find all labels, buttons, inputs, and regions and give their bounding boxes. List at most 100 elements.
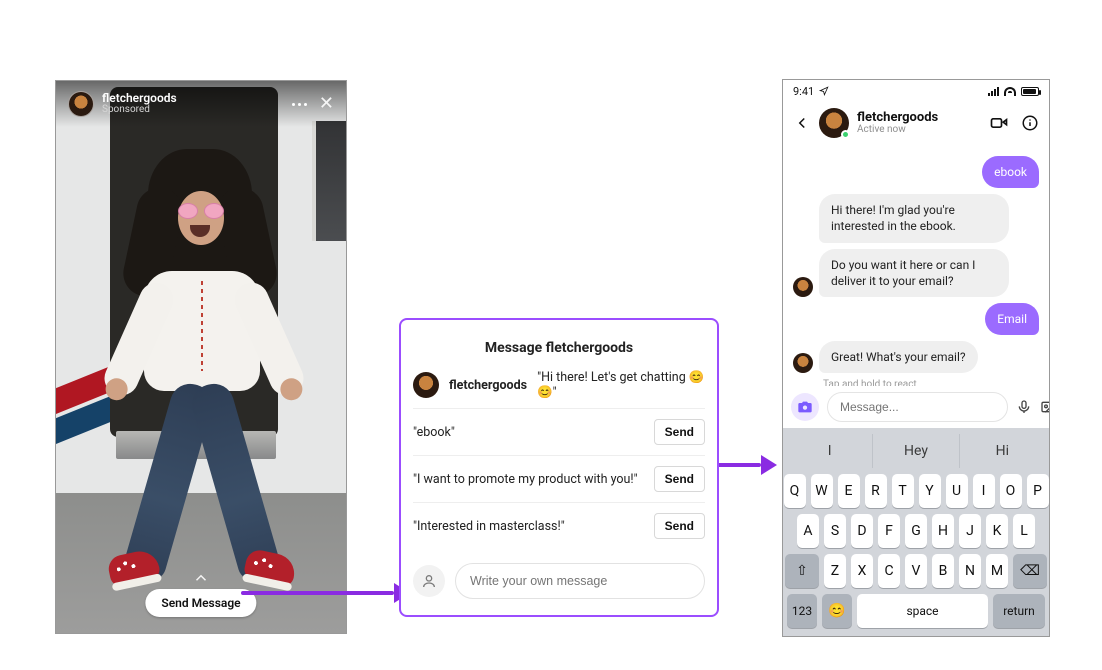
key[interactable]: D <box>851 514 873 548</box>
sheet-username: fletchergoods <box>449 378 527 393</box>
key[interactable]: W <box>811 474 833 508</box>
keyboard-row: Q W E R T Y U I O P <box>787 474 1045 508</box>
quick-reply-send-button[interactable]: Send <box>654 466 705 492</box>
dm-header: fletchergoods Active now <box>783 102 1049 144</box>
key-emoji[interactable]: 😊 <box>822 594 852 628</box>
image-icon[interactable] <box>1040 399 1050 415</box>
key[interactable]: E <box>838 474 860 508</box>
more-horizontal-icon[interactable] <box>292 103 307 106</box>
chevron-up-icon[interactable] <box>192 569 210 587</box>
key[interactable]: X <box>851 554 873 588</box>
key[interactable]: N <box>959 554 981 588</box>
sheet-greeting-row: fletchergoods "Hi there! Let's get chatt… <box>413 370 705 400</box>
key-shift[interactable]: ⇧ <box>785 554 819 588</box>
key[interactable]: T <box>892 474 914 508</box>
key[interactable]: V <box>905 554 927 588</box>
quick-reply-row: "I want to promote my product with you!"… <box>413 455 705 502</box>
quick-reply-send-button[interactable]: Send <box>654 513 705 539</box>
keyboard-row: ⇧ Z X C V B N M ⌫ <box>787 554 1045 588</box>
compose-input[interactable] <box>455 563 705 599</box>
message-avatar[interactable] <box>793 353 813 373</box>
illustration-window <box>312 121 346 241</box>
camera-icon[interactable] <box>791 393 819 421</box>
sheet-avatar[interactable] <box>413 372 439 398</box>
key[interactable]: A <box>797 514 819 548</box>
compose-row <box>413 563 705 599</box>
quick-reply-text: "Interested in masterclass!" <box>413 519 565 534</box>
key[interactable]: Z <box>824 554 846 588</box>
sheet-greeting: "Hi there! Let's get chatting 😊😊" <box>537 370 705 400</box>
quick-reply-text: "I want to promote my product with you!" <box>413 472 638 487</box>
presence-dot-icon <box>841 130 850 139</box>
key[interactable]: L <box>1013 514 1035 548</box>
dm-message-input[interactable] <box>827 392 1008 422</box>
story-subtitle: Sponsored <box>102 105 177 116</box>
chevron-left-icon[interactable] <box>793 114 811 132</box>
story-image <box>56 81 346 633</box>
cell-signal-icon <box>988 87 999 96</box>
dm-avatar[interactable] <box>819 108 849 138</box>
key[interactable]: G <box>905 514 927 548</box>
story-actions: ✕ <box>292 95 334 113</box>
key[interactable]: Y <box>919 474 941 508</box>
message-bubble-sent[interactable]: Email <box>985 303 1039 335</box>
message-sheet: Message fletchergoods fletchergoods "Hi … <box>399 318 719 617</box>
key[interactable]: Q <box>784 474 806 508</box>
key[interactable]: J <box>959 514 981 548</box>
illustration-person <box>134 151 274 591</box>
keyboard-row: A S D F G H J K L <box>787 514 1045 548</box>
battery-icon <box>1021 87 1039 96</box>
message-bubble-sent[interactable]: ebook <box>982 156 1039 188</box>
dm-username: fletchergoods <box>857 111 938 125</box>
story-panel: fletchergoods Sponsored ✕ Send Message <box>55 80 347 634</box>
key[interactable]: F <box>878 514 900 548</box>
message-thread[interactable]: ebook Hi there! I'm glad you're interest… <box>783 144 1049 386</box>
key[interactable]: B <box>932 554 954 588</box>
message-row: Hi there! I'm glad you're interested in … <box>793 194 1039 242</box>
quick-reply-row: "Interested in masterclass!" Send <box>413 502 705 549</box>
video-icon[interactable] <box>989 113 1009 133</box>
key[interactable]: S <box>824 514 846 548</box>
story-header: fletchergoods Sponsored ✕ <box>56 81 346 127</box>
close-icon[interactable]: ✕ <box>319 95 334 113</box>
story-user-block[interactable]: fletchergoods Sponsored <box>102 92 177 115</box>
key[interactable]: O <box>1000 474 1022 508</box>
key-space[interactable]: space <box>857 594 988 628</box>
dm-user-block[interactable]: fletchergoods Active now <box>857 111 938 135</box>
wifi-icon <box>1004 87 1016 96</box>
key-backspace[interactable]: ⌫ <box>1013 554 1047 588</box>
location-arrow-icon <box>819 86 829 96</box>
key-return[interactable]: return <box>993 594 1045 628</box>
keyboard-suggestions: I Hey Hi <box>787 434 1045 468</box>
key[interactable]: U <box>946 474 968 508</box>
send-message-button[interactable]: Send Message <box>145 589 256 617</box>
key[interactable]: M <box>986 554 1008 588</box>
message-bubble-received[interactable]: Hi there! I'm glad you're interested in … <box>819 194 1009 242</box>
sheet-title: Message fletchergoods <box>413 340 705 356</box>
message-row: Email <box>793 303 1039 335</box>
key[interactable]: K <box>986 514 1008 548</box>
story-avatar[interactable] <box>68 91 94 117</box>
dm-presence: Active now <box>857 125 938 136</box>
dm-panel: 9:41 fletchergoods Active now eb <box>782 79 1050 637</box>
message-avatar[interactable] <box>793 277 813 297</box>
info-icon[interactable] <box>1021 114 1039 132</box>
key[interactable]: P <box>1027 474 1049 508</box>
person-icon <box>413 565 445 597</box>
quick-reply-send-button[interactable]: Send <box>654 419 705 445</box>
message-bubble-received[interactable]: Do you want it here or can I deliver it … <box>819 249 1009 297</box>
key[interactable]: C <box>878 554 900 588</box>
key-numbers[interactable]: 123 <box>787 594 817 628</box>
suggestion[interactable]: Hi <box>959 434 1045 468</box>
suggestion[interactable]: Hey <box>872 434 958 468</box>
status-bar: 9:41 <box>783 80 1049 102</box>
keyboard-row: 123 😊 space return <box>787 594 1045 628</box>
quick-reply-text: "ebook" <box>413 425 455 440</box>
mic-icon[interactable] <box>1016 399 1032 415</box>
key[interactable]: R <box>865 474 887 508</box>
key[interactable]: I <box>973 474 995 508</box>
message-bubble-received[interactable]: Great! What's your email? <box>819 341 978 373</box>
key[interactable]: H <box>932 514 954 548</box>
status-time: 9:41 <box>793 85 814 98</box>
suggestion[interactable]: I <box>787 434 872 468</box>
